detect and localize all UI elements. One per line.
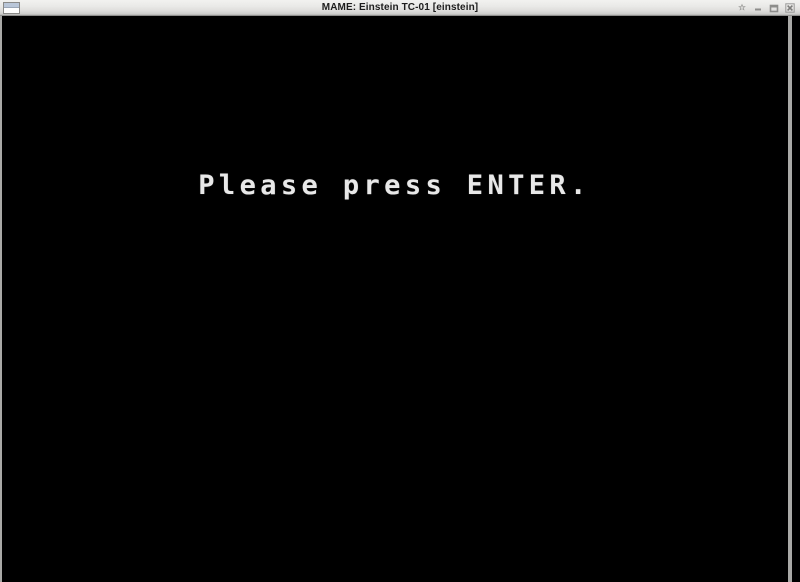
window-controls bbox=[736, 1, 796, 15]
minimize-button[interactable] bbox=[752, 2, 764, 14]
keep-above-button[interactable] bbox=[736, 2, 748, 14]
close-button[interactable] bbox=[784, 2, 796, 14]
window-title: MAME: Einstein TC-01 [einstein] bbox=[321, 2, 479, 13]
maximize-button[interactable] bbox=[768, 2, 780, 14]
emulator-screen[interactable]: Please press ENTER. bbox=[2, 16, 787, 582]
mame-window: MAME: Einstein TC-01 [einstein] Please p… bbox=[0, 0, 800, 582]
window-right-border bbox=[788, 16, 792, 582]
screen-message: Please press ENTER. bbox=[198, 170, 591, 201]
window-titlebar[interactable]: MAME: Einstein TC-01 [einstein] bbox=[0, 0, 800, 16]
